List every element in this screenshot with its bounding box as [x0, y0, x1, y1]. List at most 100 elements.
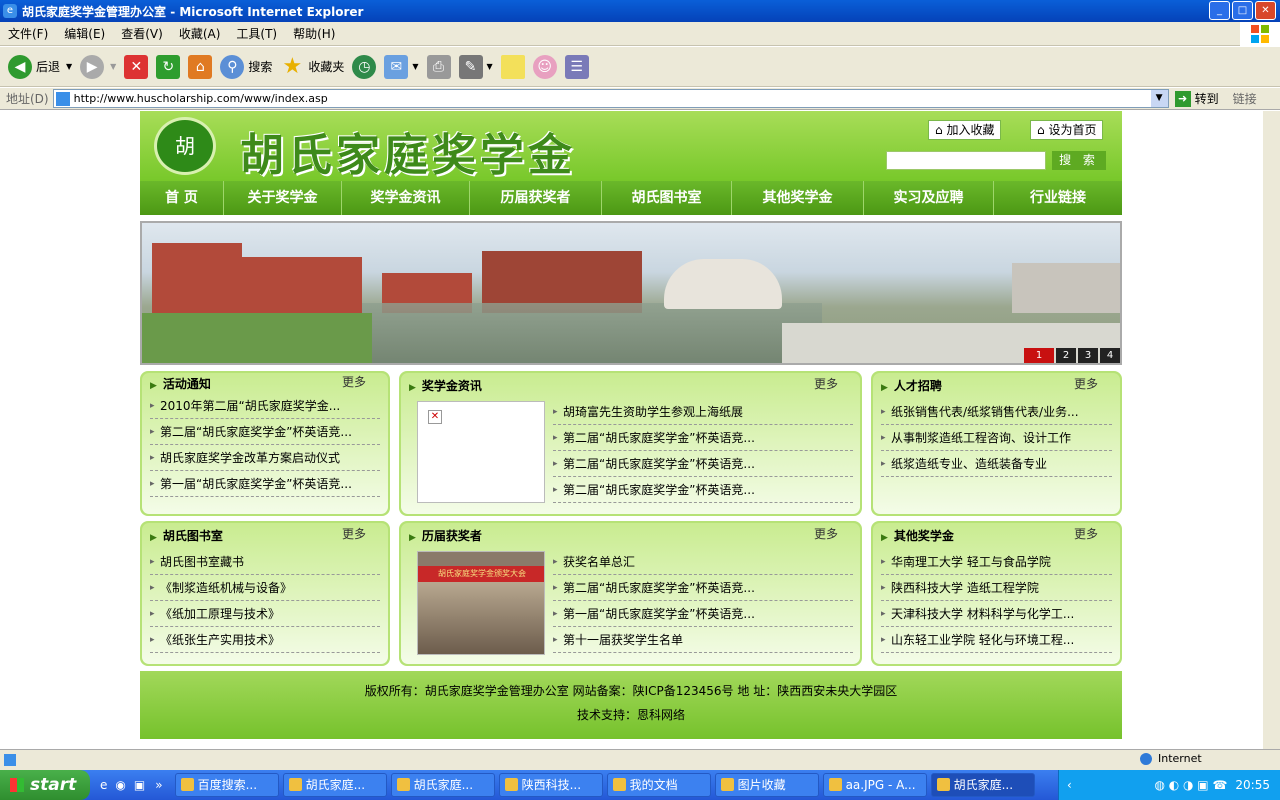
nav-jobs[interactable]: 实习及应聘 [864, 181, 994, 215]
more-link[interactable]: 更多 [342, 373, 366, 390]
search-button[interactable]: ⚲ 搜索 [220, 54, 272, 79]
forward-button[interactable]: ▶ ▼ [80, 54, 116, 79]
list-item[interactable]: 获奖名单总汇 [553, 549, 853, 575]
site-search-button[interactable]: 搜 索 [1052, 151, 1106, 170]
nav-about[interactable]: 关于奖学金 [224, 181, 342, 215]
list-item[interactable]: 《纸张生产实用技术》 [150, 627, 380, 653]
back-button[interactable]: ◀ 后退 ▼ [8, 54, 72, 79]
photo-people [418, 582, 544, 654]
list-item[interactable]: 纸浆造纸专业、造纸装备专业 [881, 451, 1112, 477]
ie-quicklaunch-icon[interactable]: e [100, 778, 107, 792]
menu-file[interactable]: 文件(F) [0, 25, 56, 42]
more-link[interactable]: 更多 [814, 375, 838, 392]
list-item[interactable]: 陕西科技大学 造纸工程学院 [881, 575, 1112, 601]
history-button[interactable]: ◷ [352, 54, 377, 79]
panel-winners: ▶ 历届获奖者 更多 胡氏家庭奖学金颁奖大会 获奖名单总汇 第二届“胡氏家庭奖学金”… [399, 521, 862, 666]
list-item[interactable]: 2010年第二届“胡氏家庭奖学金... [150, 393, 380, 419]
start-button[interactable]: start [0, 770, 90, 800]
nav-links[interactable]: 行业链接 [994, 181, 1122, 215]
more-link[interactable]: 更多 [1074, 525, 1098, 542]
list-item[interactable]: 华南理工大学 轻工与食品学院 [881, 549, 1112, 575]
list-item[interactable]: 山东轻工业学院 轻化与环境工程... [881, 627, 1112, 653]
list-item[interactable]: 天津科技大学 材料科学与化学工... [881, 601, 1112, 627]
list-item[interactable]: 第二届“胡氏家庭奖学金”杯英语竞... [553, 575, 853, 601]
tray-icons[interactable]: ◍ ◐ ◑ ▣ ☎ [1154, 778, 1227, 792]
nav-library[interactable]: 胡氏图书室 [602, 181, 732, 215]
list-item[interactable]: 第二届“胡氏家庭奖学金”杯英语竞... [150, 419, 380, 445]
task-button[interactable]: 图片收藏 [714, 773, 819, 797]
menu-favorites[interactable]: 收藏(A) [171, 25, 229, 42]
news-image-placeholder[interactable]: ✕ [417, 401, 545, 503]
home-button[interactable]: ⌂ [188, 54, 213, 79]
tray-expand-icon[interactable]: ‹ [1067, 778, 1072, 792]
research-button[interactable]: ☰ [564, 54, 589, 79]
status-bar: Internet [0, 749, 1280, 770]
list-item[interactable]: 胡氏图书室藏书 [150, 549, 380, 575]
mail-button[interactable]: ✉ ▼ [384, 54, 419, 79]
browser-quicklaunch-icon[interactable]: ◉ [115, 778, 125, 792]
list-item[interactable]: 第二届“胡氏家庭奖学金”杯英语竞... [553, 451, 853, 477]
winners-photo[interactable]: 胡氏家庭奖学金颁奖大会 [417, 551, 545, 655]
window-title: 胡氏家庭奖学金管理办公室 - Microsoft Internet Explor… [22, 4, 364, 19]
nav-news[interactable]: 奖学金资讯 [342, 181, 470, 215]
stop-button[interactable]: ✕ [124, 54, 149, 79]
maximize-button[interactable]: □ [1232, 1, 1253, 20]
menu-tools[interactable]: 工具(T) [228, 25, 285, 42]
site-search-input[interactable] [886, 151, 1046, 170]
address-input[interactable]: http://www.huscholarship.com/www/index.a… [52, 89, 1169, 108]
print-button[interactable]: ⎙ [426, 54, 451, 79]
campus-banner: 1 2 3 4 [140, 221, 1122, 365]
favorites-button[interactable]: ★ 收藏夹 [280, 54, 344, 79]
go-button[interactable]: ➜ 转到 [1174, 90, 1219, 107]
list-item[interactable]: 第一届“胡氏家庭奖学金”杯英语竞... [553, 601, 853, 627]
nav-winners[interactable]: 历届获奖者 [470, 181, 602, 215]
task-button[interactable]: 百度搜索... [174, 773, 279, 797]
list-item[interactable]: 《制浆造纸机械与设备》 [150, 575, 380, 601]
list-item[interactable]: 第一届“胡氏家庭奖学金”杯英语竞... [150, 471, 380, 497]
task-button[interactable]: 胡氏家庭... [390, 773, 495, 797]
note-button[interactable] [500, 54, 525, 79]
banner-page-3[interactable]: 3 [1078, 348, 1098, 363]
task-button[interactable]: aa.JPG - A... [822, 773, 927, 797]
panel-other-scholarships: ▶ 其他奖学金 更多 华南理工大学 轻工与食品学院 陕西科技大学 造纸工程学院 天津… [871, 521, 1122, 666]
task-button[interactable]: 陕西科技... [498, 773, 603, 797]
set-home-button[interactable]: ⌂ 设为首页 [1030, 120, 1104, 140]
banner-page-2[interactable]: 2 [1056, 348, 1076, 363]
add-favorite-button[interactable]: ⌂ 加入收藏 [928, 120, 1002, 140]
list-item[interactable]: 胡琦富先生资助学生参观上海纸展 [553, 399, 853, 425]
task-button[interactable]: 胡氏家庭... [282, 773, 387, 797]
nav-other-scholarships[interactable]: 其他奖学金 [732, 181, 864, 215]
messenger-button[interactable]: ☺ [532, 54, 557, 79]
edit-button[interactable]: ✎ ▼ [458, 54, 493, 79]
minimize-button[interactable]: _ [1209, 1, 1230, 20]
list-item[interactable]: 第二届“胡氏家庭奖学金”杯英语竞... [553, 425, 853, 451]
list-item[interactable]: 纸张销售代表/纸浆销售代表/业务... [881, 399, 1112, 425]
refresh-button[interactable]: ↻ [156, 54, 181, 79]
toolbar: ◀ 后退 ▼ ▶ ▼ ✕ ↻ ⌂ ⚲ 搜索 ★ 收藏夹 ◷ ✉ ▼ ⎙ ✎ ▼ ☺ ☰ [0, 47, 1280, 87]
menu-edit[interactable]: 编辑(E) [56, 25, 113, 42]
nav-home[interactable]: 首 页 [140, 181, 224, 215]
menu-help[interactable]: 帮助(H) [285, 25, 343, 42]
vertical-scrollbar[interactable] [1263, 111, 1280, 749]
menu-view[interactable]: 查看(V) [113, 25, 171, 42]
links-button[interactable]: 链接 [1233, 90, 1257, 107]
more-link[interactable]: 更多 [342, 525, 366, 542]
address-dropdown-icon[interactable]: ▼ [1150, 90, 1168, 107]
task-button[interactable]: 我的文档 [606, 773, 711, 797]
menu-bar: 文件(F) 编辑(E) 查看(V) 收藏(A) 工具(T) 帮助(H) [0, 22, 1280, 46]
list-item[interactable]: 胡氏家庭奖学金改革方案启动仪式 [150, 445, 380, 471]
banner-page-4[interactable]: 4 [1100, 348, 1120, 363]
list-item[interactable]: 第二届“胡氏家庭奖学金”杯英语竞... [553, 477, 853, 503]
more-quicklaunch-icon[interactable]: » [155, 778, 162, 792]
stop-icon: ✕ [124, 54, 149, 79]
more-link[interactable]: 更多 [814, 525, 838, 542]
banner-page-1[interactable]: 1 [1024, 348, 1054, 363]
more-link[interactable]: 更多 [1074, 375, 1098, 392]
list-item[interactable]: 从事制浆造纸工程咨询、设计工作 [881, 425, 1112, 451]
desktop-quicklaunch-icon[interactable]: ▣ [134, 778, 145, 792]
task-button[interactable]: 胡氏家庭... [930, 773, 1035, 797]
site-footer: 版权所有：胡氏家庭奖学金管理办公室 网站备案：陕ICP备123456号 地 址：… [140, 671, 1122, 739]
close-button[interactable]: ✕ [1255, 1, 1276, 20]
list-item[interactable]: 第十一届获奖学生名单 [553, 627, 853, 653]
list-item[interactable]: 《纸加工原理与技术》 [150, 601, 380, 627]
